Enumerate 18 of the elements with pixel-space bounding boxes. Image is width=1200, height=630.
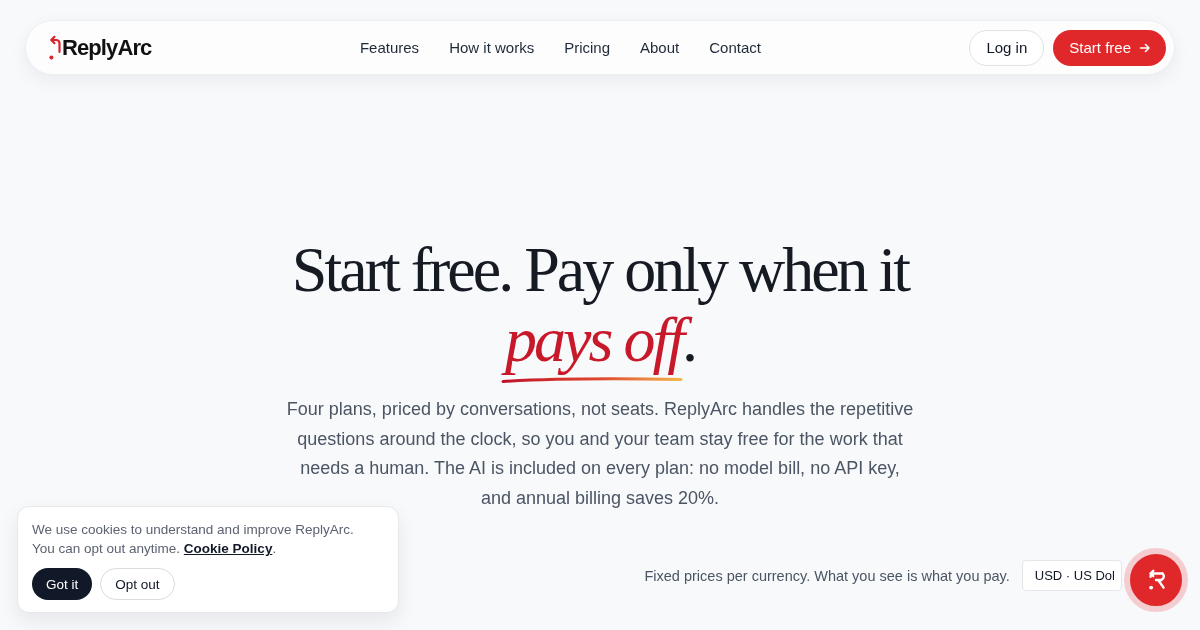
hero-headline: Start free. Pay only when it pays off. — [290, 235, 910, 375]
log-in-button[interactable]: Log in — [969, 29, 1045, 66]
hero-description: Four plans, priced by conversations, not seats. ReplyArc handles the repetitive questions around the clock, so you and your team stay free for the work that needs a human. The AI is included on every plan: no model bill, no API key, and annual billing saves 20%. — [285, 398, 915, 510]
cookie-notice-text: We use cookies to understand and improve ReplyArc. You can opt out anytime. Cookie Policy. — [32, 521, 355, 558]
cookie-choice-button[interactable]: Opt out — [100, 568, 175, 600]
cookie-choice-button[interactable]: Got it — [32, 568, 93, 600]
nav-link[interactable]: Pricing — [564, 39, 610, 56]
brand-logo-link[interactable]: ReplyArc — [49, 34, 152, 61]
nav-link[interactable]: Contact — [709, 39, 761, 56]
currency-note: Fixed prices per currency. What you see is what you pay. — [644, 567, 1010, 584]
logo-mark-icon — [49, 34, 61, 61]
start-free-button[interactable]: Start free — [1053, 29, 1166, 66]
currency-select[interactable]: USD · US Dol — [1021, 560, 1122, 591]
cookie-policy-link[interactable]: Cookie Policy — [183, 541, 273, 556]
nav-link[interactable]: About — [640, 39, 680, 56]
arrow-right-icon — [1139, 41, 1151, 54]
nav-link[interactable]: How it works — [449, 39, 535, 56]
nav-link[interactable]: Features — [359, 39, 420, 56]
